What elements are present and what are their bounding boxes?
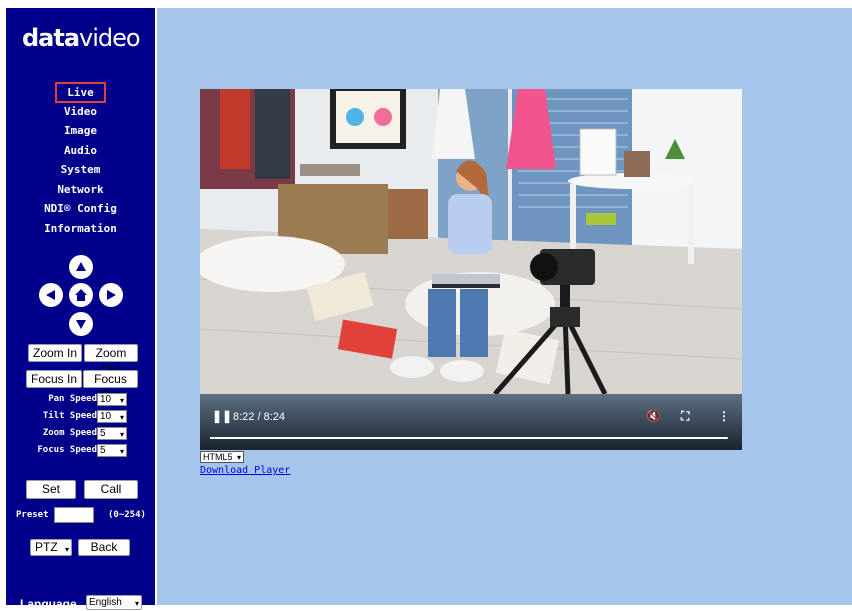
playback-time: 8:22 / 8:24 (233, 411, 285, 423)
pan-speed-select[interactable]: 10 ▾ (97, 393, 127, 406)
preset-set-button[interactable]: Set (26, 480, 76, 499)
arrow-up-icon (76, 262, 86, 271)
pause-icon[interactable]: ❚❚ (212, 409, 232, 423)
chevron-down-icon: ▾ (134, 599, 139, 608)
pan-up-button[interactable] (69, 255, 93, 279)
pan-down-button[interactable] (69, 312, 93, 336)
pan-speed-label: Pan Speed (48, 394, 97, 404)
preset-call-button[interactable]: Call (84, 480, 138, 499)
player-format-select[interactable]: HTML5 ▾ (200, 451, 244, 463)
tilt-speed-select[interactable]: 10 ▾ (97, 410, 127, 423)
arrow-right-icon (107, 290, 116, 300)
menu-item-system[interactable]: System (6, 160, 155, 180)
pan-speed-row: Pan Speed 10 ▾ (6, 393, 155, 408)
back-button[interactable]: Back (78, 539, 130, 556)
home-icon (75, 289, 87, 301)
menu-item-live[interactable]: Live (6, 82, 155, 103)
fullscreen-icon[interactable]: ⛶ (681, 409, 689, 424)
menu-item-audio[interactable]: Audio (6, 141, 155, 161)
focus-speed-row: Focus Speed 5 ▾ (6, 444, 155, 459)
focus-speed-label: Focus Speed (37, 445, 97, 455)
download-player-link[interactable]: Download Player (200, 465, 290, 476)
focus-speed-select[interactable]: 5 ▾ (97, 444, 127, 457)
preset-label: Preset (16, 510, 49, 520)
menu-item-image[interactable]: Image (6, 121, 155, 141)
focus-out-button[interactable]: Focus Out (83, 370, 138, 402)
chevron-down-icon: ▾ (119, 430, 124, 439)
tilt-speed-row: Tilt Speed 10 ▾ (6, 410, 155, 425)
language-select[interactable]: English ▾ (86, 595, 142, 610)
pan-right-button[interactable] (99, 283, 123, 307)
chevron-down-icon: ▾ (64, 545, 69, 554)
arrow-down-icon (76, 320, 86, 329)
focus-in-button[interactable]: Focus In (26, 370, 82, 388)
player-controls: ❚❚ 8:22 / 8:24 🔇 ⛶ ⋮ (200, 394, 742, 450)
sidebar: datavideo Live Video Image Audio System … (6, 8, 155, 611)
preset-range-label: (0~254) (108, 510, 146, 520)
zoom-speed-select[interactable]: 5 ▾ (97, 427, 127, 440)
tilt-speed-label: Tilt Speed (42, 411, 97, 421)
zoom-speed-label: Zoom Speed (42, 428, 97, 438)
main-content: ❚❚ 8:22 / 8:24 🔇 ⛶ ⋮ HTML5 ▾ Download Pla… (157, 8, 852, 605)
home-button[interactable] (69, 283, 93, 307)
menu-item-information[interactable]: Information (6, 219, 155, 239)
zoom-in-button[interactable]: Zoom In (28, 344, 82, 362)
progress-fill (210, 437, 726, 439)
menu-item-ndi-config[interactable]: NDI® Config (6, 199, 155, 219)
zoom-speed-row: Zoom Speed 5 ▾ (6, 427, 155, 442)
chevron-down-icon: ▾ (119, 447, 124, 456)
mute-icon[interactable]: 🔇 (646, 409, 661, 423)
progress-bar[interactable] (210, 437, 728, 439)
live-video-frame (200, 89, 742, 394)
more-options-icon[interactable]: ⋮ (718, 409, 730, 423)
preset-input[interactable] (54, 507, 94, 523)
pan-left-button[interactable] (39, 283, 63, 307)
arrow-left-icon (46, 290, 55, 300)
datavideo-logo: datavideo (22, 24, 141, 52)
chevron-down-icon: ▾ (119, 413, 124, 422)
video-player[interactable]: ❚❚ 8:22 / 8:24 🔇 ⛶ ⋮ (200, 89, 742, 450)
menu-item-network[interactable]: Network (6, 180, 155, 200)
chevron-down-icon: ▾ (119, 396, 124, 405)
chevron-down-icon: ▾ (236, 453, 241, 462)
menu-item-video[interactable]: Video (6, 102, 155, 122)
language-label: Language (20, 597, 77, 611)
mode-select[interactable]: PTZ ▾ (30, 539, 72, 556)
main-menu: Live Video Image Audio System Network ND… (6, 82, 155, 238)
zoom-out-button[interactable]: Zoom Out (84, 344, 138, 376)
